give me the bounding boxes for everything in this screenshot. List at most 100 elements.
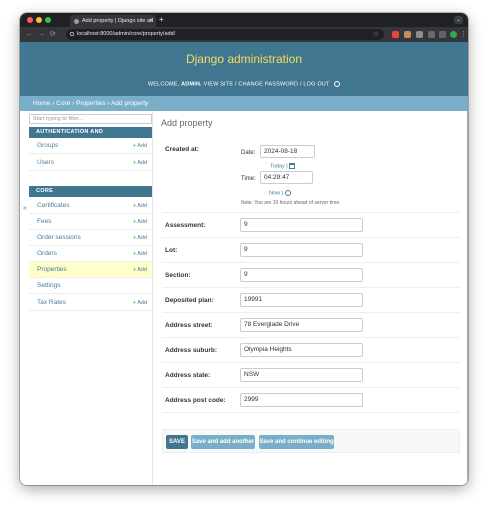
lot-input[interactable]: 9 bbox=[240, 243, 363, 257]
log-out-link[interactable]: LOG OUT bbox=[303, 81, 329, 87]
sidebar-item-fees[interactable]: Fees + Add bbox=[29, 214, 152, 230]
maximize-window-button[interactable] bbox=[45, 17, 51, 23]
sidebar-item-settings[interactable]: Settings bbox=[29, 278, 152, 294]
bookmark-star-icon[interactable]: ☆ bbox=[373, 29, 379, 40]
form-row-address-street: Address street: 78 Everglade Drive bbox=[162, 313, 460, 338]
add-tax-rates-link[interactable]: + Add bbox=[133, 295, 147, 311]
address-bar[interactable]: localhost:8000/admin/core/property/add/ … bbox=[66, 29, 384, 40]
sidebar-item-label[interactable]: Groups bbox=[37, 142, 58, 149]
sidebar-item-users[interactable]: Users + Add bbox=[29, 155, 152, 171]
browser-toolbar: ← → ⟳ localhost:8000/admin/core/property… bbox=[20, 27, 468, 42]
clock-icon[interactable] bbox=[284, 190, 291, 196]
today-link[interactable]: Today bbox=[270, 163, 285, 169]
calendar-icon[interactable] bbox=[289, 163, 296, 169]
form-row-address-state: Address state: NSW bbox=[162, 363, 460, 388]
sidebar-item-label[interactable]: Fees bbox=[37, 218, 51, 225]
add-order-sessions-link[interactable]: + Add bbox=[133, 230, 147, 246]
add-label: Add bbox=[137, 235, 147, 241]
sidebar-item-orders[interactable]: Orders + Add bbox=[29, 246, 152, 262]
sidebar-item-label[interactable]: Settings bbox=[37, 282, 61, 289]
sidebar-item-label[interactable]: Users bbox=[37, 159, 54, 166]
browser-menu-icon[interactable]: ⋮ bbox=[460, 30, 467, 39]
extension-icon[interactable] bbox=[392, 31, 399, 38]
sidebar-item-label[interactable]: Tax Rates bbox=[37, 299, 66, 306]
add-users-link[interactable]: + Add bbox=[133, 155, 147, 171]
assessment-input[interactable]: 9 bbox=[240, 218, 363, 232]
shortcut-separator: | bbox=[286, 163, 288, 170]
core-module-caption[interactable]: CORE bbox=[29, 186, 152, 197]
tab-close-icon[interactable]: × bbox=[149, 15, 153, 27]
profile-avatar-icon[interactable] bbox=[450, 31, 457, 38]
change-password-link[interactable]: CHANGE PASSWORD bbox=[238, 81, 298, 87]
django-header: Django administration WELCOME, ADMIN. VI… bbox=[20, 42, 468, 96]
add-properties-link[interactable]: + Add bbox=[133, 262, 147, 278]
theme-toggle-icon[interactable] bbox=[334, 81, 341, 87]
forward-button[interactable]: → bbox=[38, 30, 45, 39]
extensions-puzzle-icon[interactable] bbox=[428, 31, 435, 38]
address-post-code-input[interactable]: 2999 bbox=[240, 393, 363, 407]
add-orders-link[interactable]: + Add bbox=[133, 246, 147, 262]
sidebar-item-label[interactable]: Properties bbox=[37, 266, 67, 273]
add-certificates-link[interactable]: + Add bbox=[133, 198, 147, 214]
sidebar-item-label[interactable]: Orders bbox=[37, 250, 57, 257]
toggle-sidebar-button[interactable]: « bbox=[23, 205, 27, 212]
sidebar-item-tax-rates[interactable]: Tax Rates + Add bbox=[29, 295, 152, 311]
save-and-add-another-button[interactable]: Save and add another bbox=[191, 435, 255, 449]
save-and-continue-button[interactable]: Save and continue editing bbox=[259, 435, 334, 449]
main-content: Add property Created at: Date: 2024-08-1… bbox=[153, 111, 468, 485]
add-label: Add bbox=[137, 203, 147, 209]
address-suburb-input[interactable]: Olympia Heights bbox=[240, 343, 363, 357]
add-groups-link[interactable]: + Add bbox=[133, 138, 147, 154]
close-window-button[interactable] bbox=[27, 17, 33, 23]
address-state-label: Address state: bbox=[165, 372, 211, 379]
site-info-icon[interactable] bbox=[70, 32, 74, 36]
welcome-text: WELCOME, bbox=[147, 81, 180, 88]
add-label: Add bbox=[137, 267, 147, 273]
deposited-plan-input[interactable]: 19991 bbox=[240, 293, 363, 307]
address-street-label: Address street: bbox=[165, 322, 213, 329]
save-button[interactable]: SAVE bbox=[166, 435, 188, 449]
breadcrumb-home[interactable]: Home bbox=[33, 100, 50, 107]
site-name[interactable]: Django administration bbox=[20, 52, 468, 66]
date-input[interactable]: 2024-08-18 bbox=[260, 145, 315, 158]
username: ADMIN. bbox=[181, 81, 202, 88]
created-at-label: Created at: bbox=[165, 146, 199, 153]
breadcrumb-core[interactable]: Core bbox=[56, 100, 70, 107]
view-site-link[interactable]: VIEW SITE bbox=[204, 81, 234, 87]
address-state-input[interactable]: NSW bbox=[240, 368, 363, 382]
breadcrumb-properties[interactable]: Properties bbox=[76, 100, 106, 107]
add-fees-link[interactable]: + Add bbox=[133, 214, 147, 230]
shortcut-separator: | bbox=[281, 190, 283, 197]
sidebar-item-order-sessions[interactable]: Order sessions + Add bbox=[29, 230, 152, 246]
minimize-window-button[interactable] bbox=[36, 17, 42, 23]
tab-search-button[interactable]: ⌄ bbox=[454, 16, 463, 24]
reload-button[interactable]: ⟳ bbox=[50, 30, 56, 39]
date-label: Date: bbox=[241, 150, 256, 156]
time-input[interactable]: 04:29:47 bbox=[260, 171, 313, 184]
sidebar-item-label[interactable]: Certificates bbox=[37, 202, 70, 209]
sidebar-item-certificates[interactable]: Certificates + Add bbox=[29, 198, 152, 214]
date-shortcuts: Today | bbox=[270, 163, 296, 170]
now-link[interactable]: Now bbox=[269, 190, 280, 196]
browser-tab[interactable]: Add property | Django site ad × bbox=[70, 15, 156, 27]
sidebar-item-properties[interactable]: Properties + Add bbox=[29, 262, 152, 278]
timezone-help-text: Note: You are 10 hours ahead of server t… bbox=[241, 200, 341, 206]
new-tab-button[interactable]: + bbox=[159, 14, 164, 26]
add-icon: + bbox=[132, 235, 136, 241]
side-panel-icon[interactable] bbox=[439, 31, 446, 38]
extension-icon[interactable] bbox=[416, 31, 423, 38]
address-street-input[interactable]: 78 Everglade Drive bbox=[240, 318, 363, 332]
user-tools: WELCOME, ADMIN. VIEW SITE / CHANGE PASSW… bbox=[20, 81, 468, 87]
back-button[interactable]: ← bbox=[26, 30, 33, 39]
separator: / bbox=[299, 81, 302, 88]
browser-window: Add property | Django site ad × + ⌄ ← → … bbox=[20, 13, 468, 485]
add-icon: + bbox=[132, 219, 136, 225]
sidebar-item-groups[interactable]: Groups + Add bbox=[29, 138, 152, 154]
sidebar-item-label[interactable]: Order sessions bbox=[37, 234, 81, 241]
form-row-created-at: Created at: Date: 2024-08-18 Today | Tim… bbox=[162, 139, 460, 213]
auth-module-caption[interactable]: AUTHENTICATION AND AUTHORIZATION bbox=[29, 127, 152, 146]
sidebar-filter-input[interactable]: Start typing to filter... bbox=[29, 114, 152, 124]
extension-icon[interactable] bbox=[404, 31, 411, 38]
section-input[interactable]: 9 bbox=[240, 268, 363, 282]
form-row-address-suburb: Address suburb: Olympia Heights bbox=[162, 338, 460, 363]
